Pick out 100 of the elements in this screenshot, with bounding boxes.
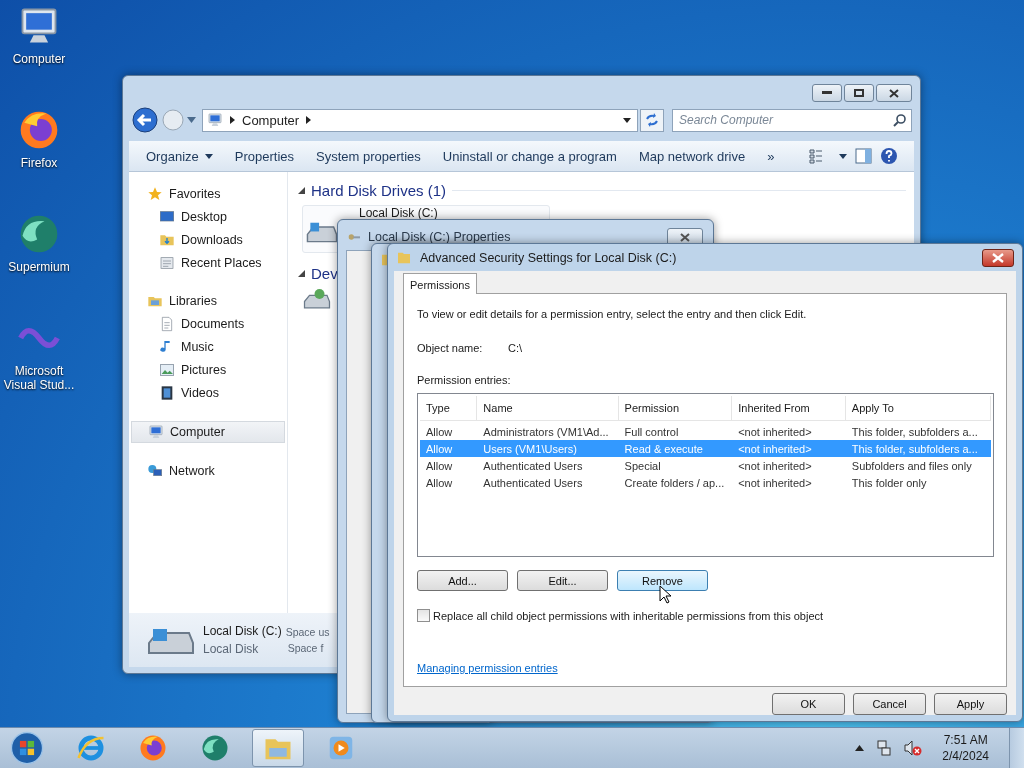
table-cell-text: <not inherited> — [737, 442, 813, 455]
toolbar-button[interactable]: Properties — [227, 144, 301, 168]
group-heading[interactable]: Hard Disk Drives (1) — [311, 182, 446, 199]
desktop-icon-label[interactable]: Microsoft Visual Stud... — [0, 364, 78, 392]
browser-icon — [138, 733, 168, 763]
table-cell-text: Allow — [425, 459, 454, 472]
table-cell-text: <not inherited> — [737, 459, 813, 472]
permission-row[interactable]: Allow Authenticated Users Create folders / ap... <not inherited> This folder only — [420, 474, 991, 491]
refresh-button[interactable] — [640, 108, 664, 132]
window-title: Advanced Security Settings for Local Disk (C:) — [420, 250, 677, 265]
nav-item[interactable]: Videos — [129, 383, 287, 403]
close-icon — [992, 252, 1004, 263]
toolbar-button[interactable]: Organize — [139, 144, 220, 168]
collapse-icon[interactable] — [298, 187, 305, 194]
column-header[interactable]: Inherited From — [732, 396, 846, 420]
close-icon — [680, 232, 690, 242]
recent-places-icon — [159, 255, 175, 271]
cursor-icon — [659, 585, 671, 604]
dialog-button[interactable]: OK — [772, 693, 845, 715]
group-heading[interactable]: Dev — [311, 265, 338, 282]
checkbox[interactable] — [417, 609, 430, 622]
tray-arrow-icon[interactable] — [855, 745, 865, 751]
taskbar-button[interactable] — [252, 729, 304, 767]
nav-item[interactable]: Music — [129, 337, 287, 357]
desktop-icon-label[interactable]: Firefox — [20, 156, 58, 170]
column-header[interactable]: Type — [420, 396, 478, 420]
window-title: Local Disk (C:) Properties — [368, 230, 511, 244]
table-cell-text: Read & execute — [623, 442, 704, 455]
toolbar-button[interactable]: System properties — [309, 144, 428, 168]
tab[interactable]: Permissions — [403, 273, 477, 294]
drive-type: Local Disk — [203, 642, 260, 656]
document-icon — [159, 316, 175, 332]
table-cell-text: This folder only — [850, 476, 928, 489]
object-name: C:\ — [508, 342, 523, 354]
permission-row[interactable]: Allow Authenticated Users Special <not inherited> Subfolders and files only — [420, 457, 991, 474]
drive-name: Local Disk (C:) — [203, 624, 282, 638]
table-cell-text: Authenticated Users — [482, 476, 584, 489]
nav-item[interactable]: Libraries — [129, 291, 287, 311]
picture-icon — [159, 362, 175, 378]
address-bar[interactable]: Computer — [202, 108, 638, 132]
desktop-icon-label[interactable]: Computer — [12, 52, 66, 66]
minimize-button[interactable] — [812, 84, 842, 102]
close-button[interactable] — [982, 248, 1014, 267]
dialog-button[interactable]: Edit... — [517, 570, 608, 591]
show-desktop-button[interactable] — [1009, 728, 1024, 768]
permission-row[interactable]: Allow Administrators (VM1\Ad... Full control <not inherited> This folder, subfolders a... — [420, 423, 991, 440]
caret-icon[interactable] — [839, 153, 847, 159]
instruction-text: To view or edit details for a permission entry, select the entry and then click Edit. — [417, 308, 808, 320]
toolbar-button[interactable]: » — [760, 144, 782, 168]
nav-item[interactable]: Pictures — [129, 360, 287, 380]
preview-pane-icon[interactable] — [855, 148, 872, 164]
search-field[interactable]: Search Computer — [672, 108, 912, 132]
muted-speaker-icon[interactable] — [904, 740, 923, 756]
detail-label: Space f — [286, 642, 325, 654]
browser-icon — [76, 733, 106, 763]
table-cell-text: This folder, subfolders a... — [850, 442, 979, 455]
table-cell-text: Authenticated Users — [482, 459, 584, 472]
minimize-icon — [822, 91, 832, 95]
chevron-icon — [230, 116, 235, 124]
column-header[interactable]: Name — [477, 396, 619, 420]
help-icon[interactable] — [880, 147, 898, 165]
close-button[interactable] — [876, 84, 912, 102]
globe-icon — [200, 733, 230, 763]
dialog-button[interactable]: Add... — [417, 570, 508, 591]
monitor-icon — [148, 424, 164, 440]
toolbar-button[interactable]: Map network drive — [631, 144, 753, 168]
table-cell-text: Users (VM1\Users) — [482, 442, 578, 455]
field-label: Permission entries: — [417, 374, 512, 386]
nav-item[interactable]: Network — [129, 461, 287, 481]
desktop-icon-label[interactable]: Supermium — [8, 260, 70, 274]
table-cell-text: Subfolders and files only — [850, 459, 973, 472]
checkbox-label[interactable]: Replace all child object permissions with inheritable permissions from this object — [433, 609, 824, 622]
collapse-icon[interactable] — [298, 270, 305, 277]
nav-item[interactable]: Recent Places — [129, 253, 287, 273]
back-button[interactable] — [131, 106, 159, 134]
nav-item[interactable]: Favorites — [129, 184, 287, 204]
dialog-button[interactable]: Cancel — [853, 693, 926, 715]
dialog-button[interactable]: Apply — [934, 693, 1007, 715]
clock[interactable]: 7:51 AM 2/4/2024 — [934, 733, 997, 763]
field-label: Object name: — [417, 342, 484, 354]
help-link[interactable]: Managing permission entries — [417, 662, 558, 674]
dialog-button[interactable]: Remove — [617, 570, 708, 591]
table-cell-text: This folder, subfolders a... — [850, 425, 979, 438]
network-icon[interactable] — [876, 740, 893, 756]
nav-item[interactable]: Computer — [131, 421, 285, 443]
table-cell-text: <not inherited> — [737, 425, 813, 438]
start-orb-icon[interactable] — [10, 731, 44, 765]
table-cell-text: Create folders / ap... — [623, 476, 726, 489]
nav-item[interactable]: Desktop — [129, 207, 287, 227]
search-icon — [893, 113, 906, 127]
column-header[interactable]: Permission — [618, 396, 733, 420]
table-cell-text: Administrators (VM1\Ad... — [482, 425, 610, 438]
maximize-button[interactable] — [844, 84, 874, 102]
table-cell-text: <not inherited> — [737, 476, 813, 489]
nav-item[interactable]: Documents — [129, 314, 287, 334]
column-header[interactable]: Apply To — [845, 396, 991, 420]
nav-item[interactable]: Downloads — [129, 230, 287, 250]
folder-icon — [159, 232, 175, 248]
table-cell-text: Special — [623, 459, 662, 472]
toolbar-button[interactable]: Uninstall or change a program — [435, 144, 624, 168]
